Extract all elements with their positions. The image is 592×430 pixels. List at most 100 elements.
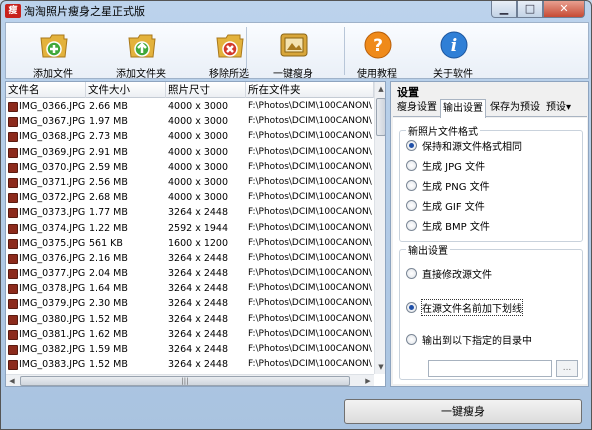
table-row[interactable]: IMG_0368.JPG 2.73 MB 4000 x 3000 F:\Photos\… <box>6 129 374 144</box>
tab-slim-settings[interactable]: 瘦身设置 <box>395 99 439 117</box>
radio-modify-source[interactable]: 直接修改源文件 <box>406 266 492 281</box>
about-button[interactable]: i 关于软件 <box>410 23 496 80</box>
tutorial-button[interactable]: ? 使用教程 <box>334 23 420 80</box>
cell-filename: IMG_0379.JPG <box>19 298 86 310</box>
cell-filename: IMG_0373.JPG <box>19 207 86 219</box>
cell-folder: F:\Photos\DCIM\100CANON\ <box>248 268 372 279</box>
maximize-button[interactable]: □ <box>517 1 543 18</box>
table-row[interactable]: IMG_0383.JPG 1.52 MB 3264 x 2448 F:\Photos\… <box>6 357 374 372</box>
table-row[interactable]: IMG_0382.JPG 1.59 MB 3264 x 2448 F:\Photos\… <box>6 342 374 357</box>
image-compress-icon <box>280 33 308 57</box>
cell-filesize: 2.30 MB <box>89 298 128 310</box>
browse-button[interactable]: ... <box>556 360 578 377</box>
tab-presets-dropdown[interactable]: 预设▾ <box>544 99 573 117</box>
cell-filesize: 1.52 MB <box>89 313 128 325</box>
radio-keep-format[interactable]: 保持和源文件格式相同 <box>406 138 522 153</box>
scroll-thumb[interactable] <box>376 98 385 136</box>
cell-folder: F:\Photos\DCIM\100CANON\ <box>248 222 372 233</box>
tutorial-label: 使用教程 <box>357 69 397 80</box>
cell-dimensions: 4000 x 3000 <box>168 101 229 112</box>
table-row[interactable]: IMG_0381.JPG 1.62 MB 3264 x 2448 F:\Photos\… <box>6 327 374 342</box>
cell-folder: F:\Photos\DCIM\100CANON\ <box>248 344 372 354</box>
cell-folder: F:\Photos\DCIM\100CANON\ <box>248 101 372 111</box>
file-list[interactable]: 文件名 文件大小 照片尺寸 所在文件夹 IMG_0366.JPG 2.66 MB 4… <box>5 81 386 387</box>
column-header-dimensions[interactable]: 照片尺寸 <box>166 82 246 98</box>
image-file-icon <box>8 299 18 310</box>
cell-folder: F:\Photos\DCIM\100CANON\ <box>248 313 372 324</box>
hscroll-thumb[interactable]: ||| <box>20 376 350 386</box>
window-title: 淘淘照片瘦身之星正式版 <box>24 5 145 18</box>
scroll-left-arrow[interactable]: ◀ <box>6 375 18 386</box>
radio-prefix-underscore[interactable]: 在源文件名前加下划线 <box>406 298 523 316</box>
table-row[interactable]: IMG_0370.JPG 2.59 MB 4000 x 3000 F:\Photos\… <box>6 160 374 175</box>
add-folder-button[interactable]: 添加文件夹 <box>98 23 184 80</box>
table-row[interactable]: IMG_0378.JPG 1.64 MB 3264 x 2448 F:\Photos\… <box>6 281 374 296</box>
cell-dimensions: 4000 x 3000 <box>168 161 229 173</box>
cell-dimensions: 4000 x 3000 <box>168 176 229 188</box>
minimize-button[interactable]: ▁ <box>491 1 517 18</box>
cell-dimensions: 3264 x 2448 <box>168 207 229 219</box>
radio-jpg[interactable]: 生成 JPG 文件 <box>406 158 485 173</box>
cell-dimensions: 4000 x 3000 <box>168 131 229 143</box>
cell-filesize: 2.66 MB <box>89 101 128 112</box>
radio-label: 保持和源文件格式相同 <box>422 141 522 153</box>
radio-label: 在源文件名前加下划线 <box>421 298 523 316</box>
table-row[interactable]: IMG_0369.JPG 2.91 MB 4000 x 3000 F:\Photos\… <box>6 145 374 160</box>
one-click-slim-button[interactable]: 一键瘦身 <box>250 23 336 80</box>
cell-folder: F:\Photos\DCIM\100CANON\ <box>248 207 372 218</box>
table-row[interactable]: IMG_0375.JPG 561 KB 1600 x 1200 F:\Photos\D… <box>6 236 374 251</box>
radio-output-directory[interactable]: 输出到以下指定的目录中 <box>406 332 532 347</box>
svg-text:?: ? <box>373 36 383 56</box>
table-row[interactable]: IMG_0366.JPG 2.66 MB 4000 x 3000 F:\Photos\… <box>6 99 374 114</box>
column-header-folder[interactable]: 所在文件夹 <box>246 82 374 98</box>
radio-bmp[interactable]: 生成 BMP 文件 <box>406 218 490 233</box>
cell-dimensions: 1600 x 1200 <box>168 237 229 249</box>
radio-gif[interactable]: 生成 GIF 文件 <box>406 198 485 213</box>
table-row[interactable]: IMG_0376.JPG 2.16 MB 3264 x 2448 F:\Photos\… <box>6 251 374 266</box>
table-row[interactable]: IMG_0379.JPG 2.30 MB 3264 x 2448 F:\Photos\… <box>6 296 374 311</box>
main-window: 瘦 淘淘照片瘦身之星正式版 ▁ □ ✕ 添加文件 添加文件夹 移除所选 一键瘦身… <box>0 0 592 430</box>
table-row[interactable]: IMG_0371.JPG 2.56 MB 4000 x 3000 F:\Photos\… <box>6 175 374 190</box>
folder-remove-icon <box>216 34 244 58</box>
image-file-icon <box>8 284 18 295</box>
cell-filesize: 1.52 MB <box>89 359 128 371</box>
cell-folder: F:\Photos\DCIM\100CANON\ <box>248 283 372 294</box>
cell-filesize: 1.62 MB <box>89 328 128 340</box>
radio-dot <box>406 159 417 171</box>
cell-dimensions: 2592 x 1944 <box>168 222 229 234</box>
table-row[interactable]: IMG_0374.JPG 1.22 MB 2592 x 1944 F:\Photos\… <box>6 221 374 236</box>
cell-dimensions: 3264 x 2448 <box>168 359 229 371</box>
close-button[interactable]: ✕ <box>543 1 585 18</box>
column-header-filename[interactable]: 文件名 <box>6 82 86 98</box>
image-file-icon <box>8 208 18 219</box>
table-row[interactable]: IMG_0373.JPG 1.77 MB 3264 x 2448 F:\Photos\… <box>6 205 374 220</box>
cell-filename: IMG_0371.JPG <box>19 176 86 188</box>
tab-save-preset[interactable]: 保存为预设 <box>488 99 542 117</box>
title-bar[interactable]: 瘦 淘淘照片瘦身之星正式版 ▁ □ ✕ <box>1 1 591 21</box>
table-row[interactable]: IMG_0380.JPG 1.52 MB 3264 x 2448 F:\Photos\… <box>6 312 374 327</box>
output-group-title: 输出设置 <box>406 242 450 257</box>
scroll-right-arrow[interactable]: ▶ <box>362 375 374 386</box>
cell-folder: F:\Photos\DCIM\100CANON\ <box>248 252 372 263</box>
one-click-slim-main-button[interactable]: 一键瘦身 <box>344 399 582 424</box>
image-file-icon <box>8 117 18 128</box>
table-row[interactable]: IMG_0372.JPG 2.68 MB 4000 x 3000 F:\Photos\… <box>6 190 374 205</box>
cell-filesize: 1.97 MB <box>89 116 128 128</box>
add-file-button[interactable]: 添加文件 <box>10 23 96 80</box>
output-directory-field[interactable] <box>428 360 552 377</box>
table-row[interactable]: IMG_0377.JPG 2.04 MB 3264 x 2448 F:\Photos\… <box>6 266 374 281</box>
cell-dimensions: 3264 x 2448 <box>168 313 229 325</box>
tab-output-settings[interactable]: 输出设置 <box>440 99 486 118</box>
cell-folder: F:\Photos\DCIM\100CANON\ <box>248 237 372 248</box>
image-file-icon <box>8 269 18 280</box>
column-header-filesize[interactable]: 文件大小 <box>86 82 166 98</box>
cell-filename: IMG_0378.JPG <box>19 283 86 295</box>
cell-filesize: 2.91 MB <box>89 146 128 158</box>
scroll-up-arrow[interactable]: ▲ <box>375 82 385 96</box>
scroll-down-arrow[interactable]: ▼ <box>375 360 385 374</box>
horizontal-scrollbar[interactable]: ◀ ||| ▶ <box>6 374 374 386</box>
vertical-scrollbar[interactable]: ▲ ▼ <box>374 82 385 374</box>
table-row[interactable]: IMG_0367.JPG 1.97 MB 4000 x 3000 F:\Photos\… <box>6 114 374 129</box>
radio-png[interactable]: 生成 PNG 文件 <box>406 178 490 193</box>
format-group: 新照片文件格式 保持和源文件格式相同 生成 JPG 文件 生成 PNG 文件 生… <box>399 123 583 242</box>
